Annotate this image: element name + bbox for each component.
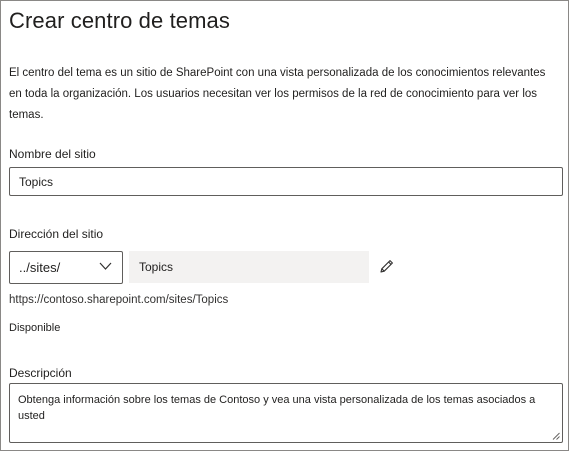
chevron-down-icon <box>99 262 112 270</box>
description-textarea[interactable]: Obtenga información sobre los temas de C… <box>9 383 563 443</box>
site-address-label: Dirección del sitio <box>9 227 104 241</box>
availability-status: Disponible <box>9 322 61 334</box>
description-label: Descripción <box>9 366 72 380</box>
create-topic-center-panel: Crear centro de temas El centro del tema… <box>0 0 569 451</box>
site-url-value: Topics <box>139 260 174 274</box>
resize-grip-icon[interactable] <box>552 432 560 440</box>
pencil-icon[interactable] <box>378 258 395 275</box>
site-full-url: https://contoso.sharepoint.com/sites/Top… <box>9 294 229 306</box>
site-path-dropdown[interactable]: ../sites/ <box>9 251 123 284</box>
page-description: El centro del tema es un sitio de ShareP… <box>9 67 546 121</box>
site-name-value: Topics <box>19 174 54 189</box>
site-name-input[interactable]: Topics <box>9 167 563 196</box>
site-url-input[interactable]: Topics <box>129 251 369 283</box>
description-value: Obtenga información sobre los temas de C… <box>18 394 536 422</box>
site-name-label: Nombre del sitio <box>9 147 96 161</box>
site-path-selected: ../sites/ <box>19 260 61 275</box>
page-title: Crear centro de temas <box>9 8 230 33</box>
